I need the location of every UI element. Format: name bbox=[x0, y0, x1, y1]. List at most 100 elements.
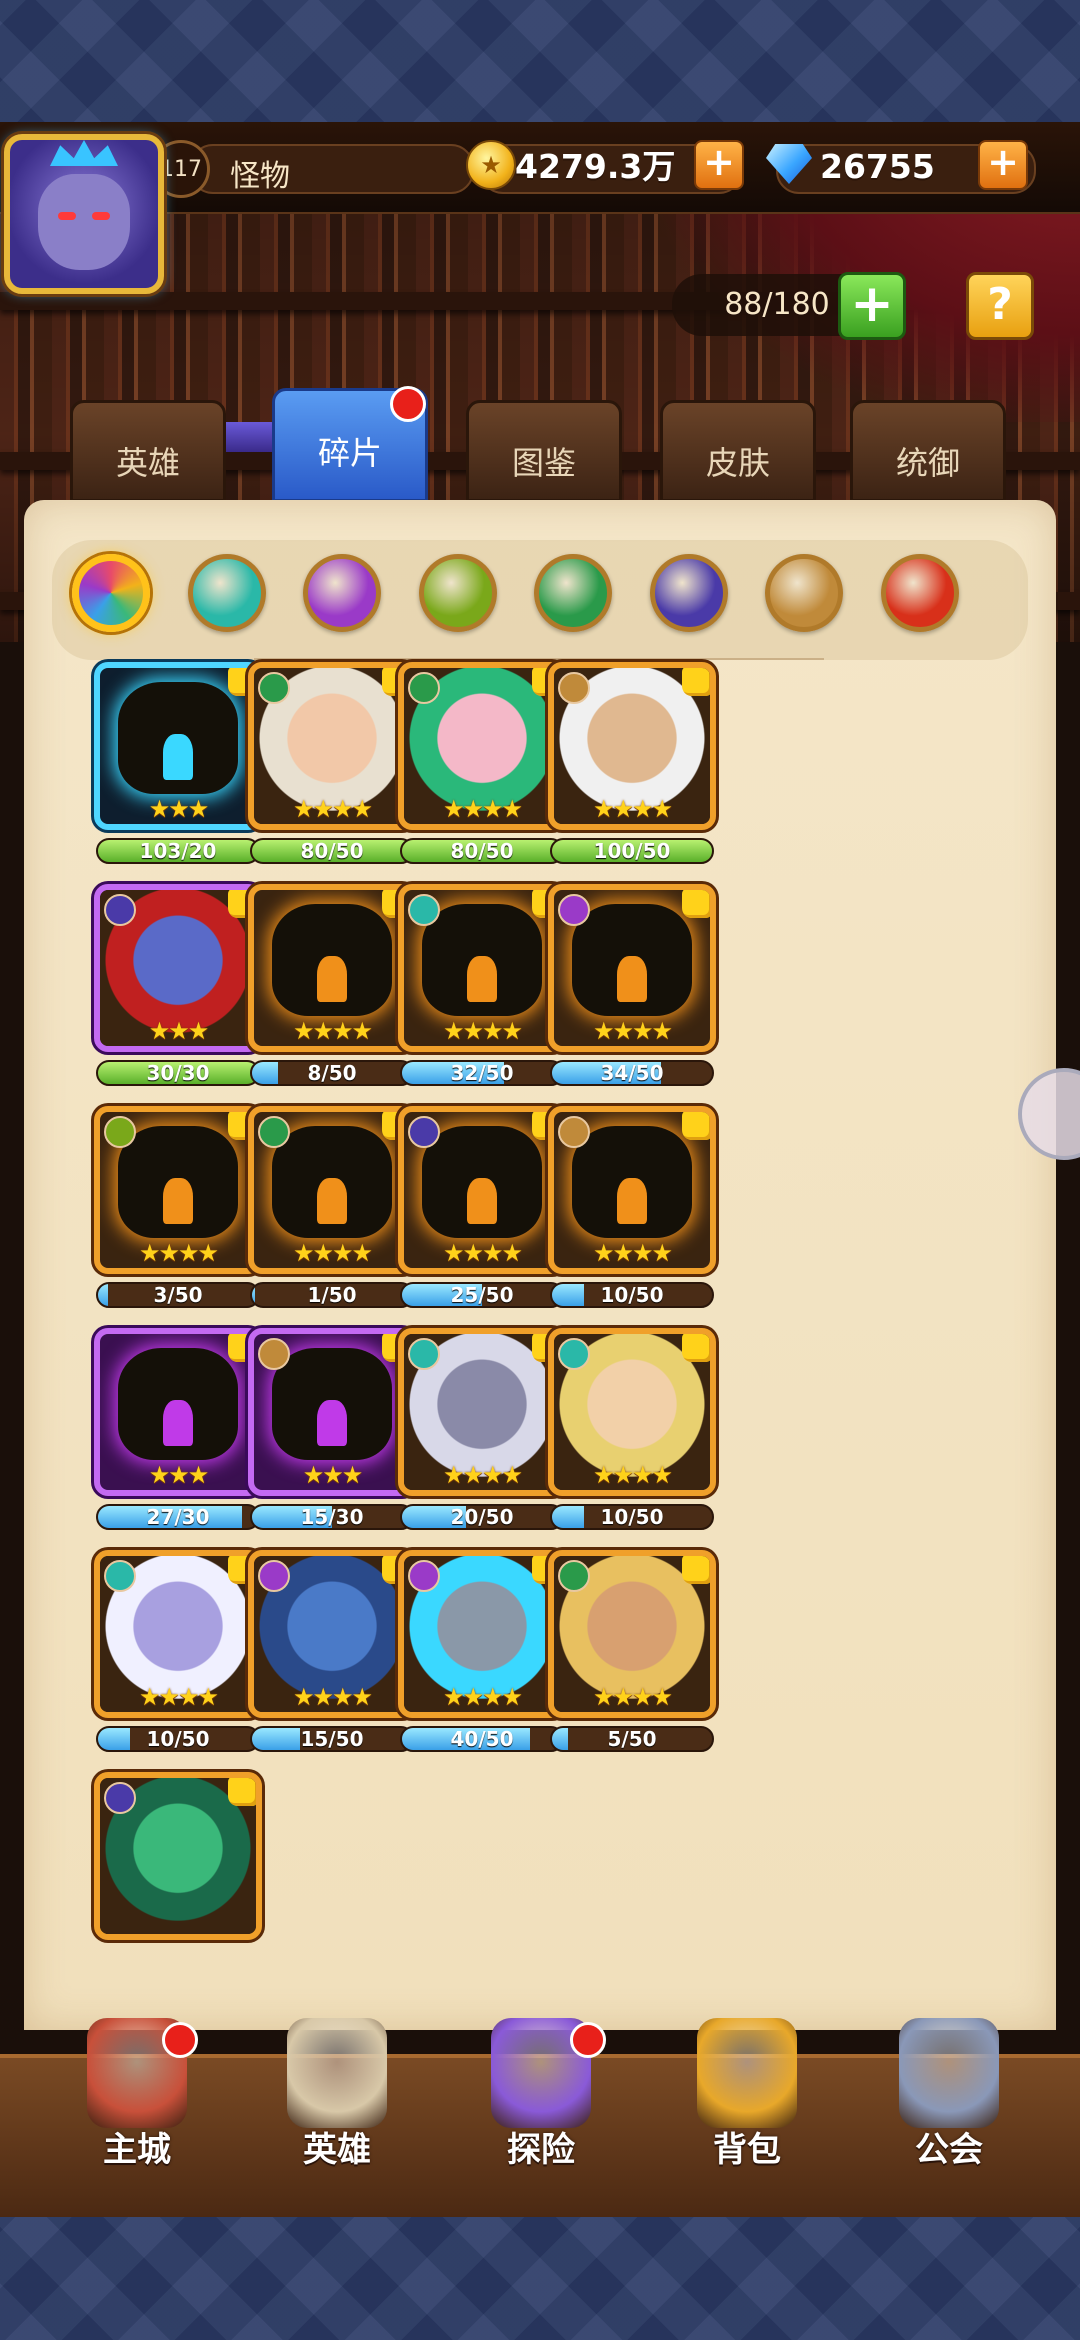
hero-fragment-card[interactable]: ★★★★ bbox=[398, 1106, 566, 1274]
crown-icon bbox=[50, 140, 118, 166]
star-rating: ★★★★ bbox=[442, 1239, 523, 1267]
star-rating: ★★★ bbox=[302, 1461, 364, 1489]
puzzle-piece-icon bbox=[682, 1334, 710, 1362]
hero-fragment-card[interactable]: ★★★★ bbox=[548, 1550, 716, 1718]
avatar-eye bbox=[92, 212, 110, 220]
hero-fragment-card[interactable]: ★★★ bbox=[94, 662, 262, 830]
notification-dot bbox=[390, 386, 426, 422]
add-gold-button[interactable]: + bbox=[694, 140, 744, 190]
race-badge-icon bbox=[408, 1116, 440, 1148]
race-filter-forest-race-icon[interactable] bbox=[187, 554, 266, 632]
race-filter-nature-race-icon[interactable] bbox=[534, 554, 612, 632]
expand-slots-button[interactable]: + bbox=[838, 272, 906, 340]
hero-fragment-card[interactable]: ★★★★ bbox=[398, 1328, 566, 1496]
star-rating: ★★★★ bbox=[592, 795, 673, 823]
star-rating: ★★★★ bbox=[292, 795, 373, 823]
race-badge-icon bbox=[258, 1560, 290, 1592]
fragment-progress-bar: 103/20 bbox=[96, 838, 260, 864]
nav-label: 背包 bbox=[713, 2130, 781, 2170]
race-badge-icon bbox=[558, 1338, 590, 1370]
add-gems-button[interactable]: + bbox=[978, 140, 1028, 190]
race-badge-icon bbox=[408, 1560, 440, 1592]
star-rating: ★★★ bbox=[148, 1017, 210, 1045]
tab-command[interactable]: 统御 bbox=[850, 400, 1006, 502]
hero-fragment-card[interactable]: ★★★ bbox=[248, 1328, 416, 1496]
hero-fragment-card[interactable]: ★★★★ bbox=[398, 662, 566, 830]
race-badge-icon bbox=[258, 1338, 290, 1370]
race-filter-shadow-race-icon[interactable] bbox=[649, 554, 728, 632]
fragment-progress-bar: 1/50 bbox=[250, 1282, 414, 1308]
tab-heroes[interactable]: 英雄 bbox=[70, 400, 226, 502]
gold-amount: 4279.3万 bbox=[515, 147, 676, 186]
star-rating: ★★★★ bbox=[292, 1017, 373, 1045]
nav-guild-button[interactable]: 公会 bbox=[874, 2018, 1024, 2217]
divider bbox=[254, 658, 824, 660]
help-button[interactable]: ? bbox=[966, 272, 1034, 340]
player-name-bar: 怪物 bbox=[190, 144, 474, 194]
hero-fragment-card[interactable]: ★★★ bbox=[94, 884, 262, 1052]
hero-fragment-card[interactable]: ★★★★ bbox=[548, 662, 716, 830]
race-badge-icon bbox=[408, 672, 440, 704]
nav-explore-button[interactable]: 探险 bbox=[466, 2018, 616, 2217]
race-filter-all-races-icon[interactable] bbox=[72, 554, 150, 632]
fragment-progress-bar: 15/50 bbox=[250, 1726, 414, 1752]
star-rating: ★★★ bbox=[148, 1461, 210, 1489]
hero-fragment-card[interactable]: ★★★★ bbox=[94, 1550, 262, 1718]
fragment-count: 34/50 bbox=[600, 1061, 664, 1085]
hero-fragment-card[interactable] bbox=[94, 1772, 262, 1940]
star-rating: ★★★★ bbox=[292, 1239, 373, 1267]
hero-fragment-card[interactable]: ★★★★ bbox=[398, 884, 566, 1052]
silhouette-glow bbox=[163, 734, 193, 780]
tab-skins[interactable]: 皮肤 bbox=[660, 400, 816, 502]
guild-icon bbox=[899, 2018, 999, 2128]
fragment-count: 40/50 bbox=[450, 1727, 514, 1751]
hero-fragment-card[interactable]: ★★★★ bbox=[248, 884, 416, 1052]
race-badge-icon bbox=[408, 1338, 440, 1370]
hero-fragment-card[interactable]: ★★★★ bbox=[398, 1550, 566, 1718]
race-filter-fortress-race-icon[interactable] bbox=[418, 554, 497, 632]
unknown-hero-silhouette bbox=[118, 682, 238, 794]
star-rating: ★★★ bbox=[148, 795, 210, 823]
silhouette-glow bbox=[317, 956, 347, 1002]
hero-fragment-card[interactable]: ★★★★ bbox=[548, 1328, 716, 1496]
fragment-count: 10/50 bbox=[146, 1727, 210, 1751]
hero-fragment-card[interactable]: ★★★★ bbox=[248, 1106, 416, 1274]
fragment-count: 80/50 bbox=[300, 839, 364, 863]
player-avatar[interactable] bbox=[4, 134, 164, 294]
race-badge-icon bbox=[558, 1116, 590, 1148]
nav-label: 公会 bbox=[915, 2130, 983, 2170]
fragment-progress-bar: 30/30 bbox=[96, 1060, 260, 1086]
race-badge-icon bbox=[558, 894, 590, 926]
hero-fragment-card[interactable]: ★★★★ bbox=[548, 1106, 716, 1274]
hero-fragment-card[interactable]: ★★★ bbox=[94, 1328, 262, 1496]
unknown-hero-silhouette bbox=[118, 1126, 238, 1238]
race-badge-icon bbox=[104, 1782, 136, 1814]
hero-fragment-card[interactable]: ★★★★ bbox=[248, 1550, 416, 1718]
nav-main-city-button[interactable]: 主城 bbox=[62, 2018, 212, 2217]
star-rating: ★★★★ bbox=[442, 795, 523, 823]
puzzle-piece-icon bbox=[682, 890, 710, 918]
hero-fragment-card[interactable]: ★★★★ bbox=[94, 1106, 262, 1274]
nav-backpack-button[interactable]: 背包 bbox=[672, 2018, 822, 2217]
fragment-count: 1/50 bbox=[307, 1283, 357, 1307]
race-filter-light-race-icon[interactable] bbox=[765, 554, 843, 632]
puzzle-piece-icon bbox=[228, 1778, 256, 1806]
hero-fragment-card[interactable]: ★★★★ bbox=[548, 884, 716, 1052]
fragment-progress-bar: 10/50 bbox=[550, 1504, 714, 1530]
race-badge-icon bbox=[558, 672, 590, 704]
game-screen: 怪物 117 ★ 4279.3万 + 26755 + 88/180 + ? 英雄… bbox=[0, 122, 1080, 2217]
tab-collection[interactable]: 图鉴 bbox=[466, 400, 622, 502]
notification-dot bbox=[570, 2022, 606, 2058]
nav-label: 主城 bbox=[103, 2130, 171, 2170]
fragment-progress-bar: 80/50 bbox=[250, 838, 414, 864]
hero-fragment-card[interactable]: ★★★★ bbox=[248, 662, 416, 830]
silhouette-glow bbox=[163, 1400, 193, 1446]
fragment-progress-bar: 100/50 bbox=[550, 838, 714, 864]
nav-label: 英雄 bbox=[303, 2130, 371, 2170]
race-filter-dark-race-icon[interactable] bbox=[880, 554, 959, 632]
race-filter-abyss-race-icon[interactable] bbox=[303, 554, 381, 632]
nav-heroes-button[interactable]: 英雄 bbox=[262, 2018, 412, 2217]
fragment-progress-bar: 3/50 bbox=[96, 1282, 260, 1308]
fragment-progress-bar: 80/50 bbox=[400, 838, 564, 864]
fragment-count: 80/50 bbox=[450, 839, 514, 863]
